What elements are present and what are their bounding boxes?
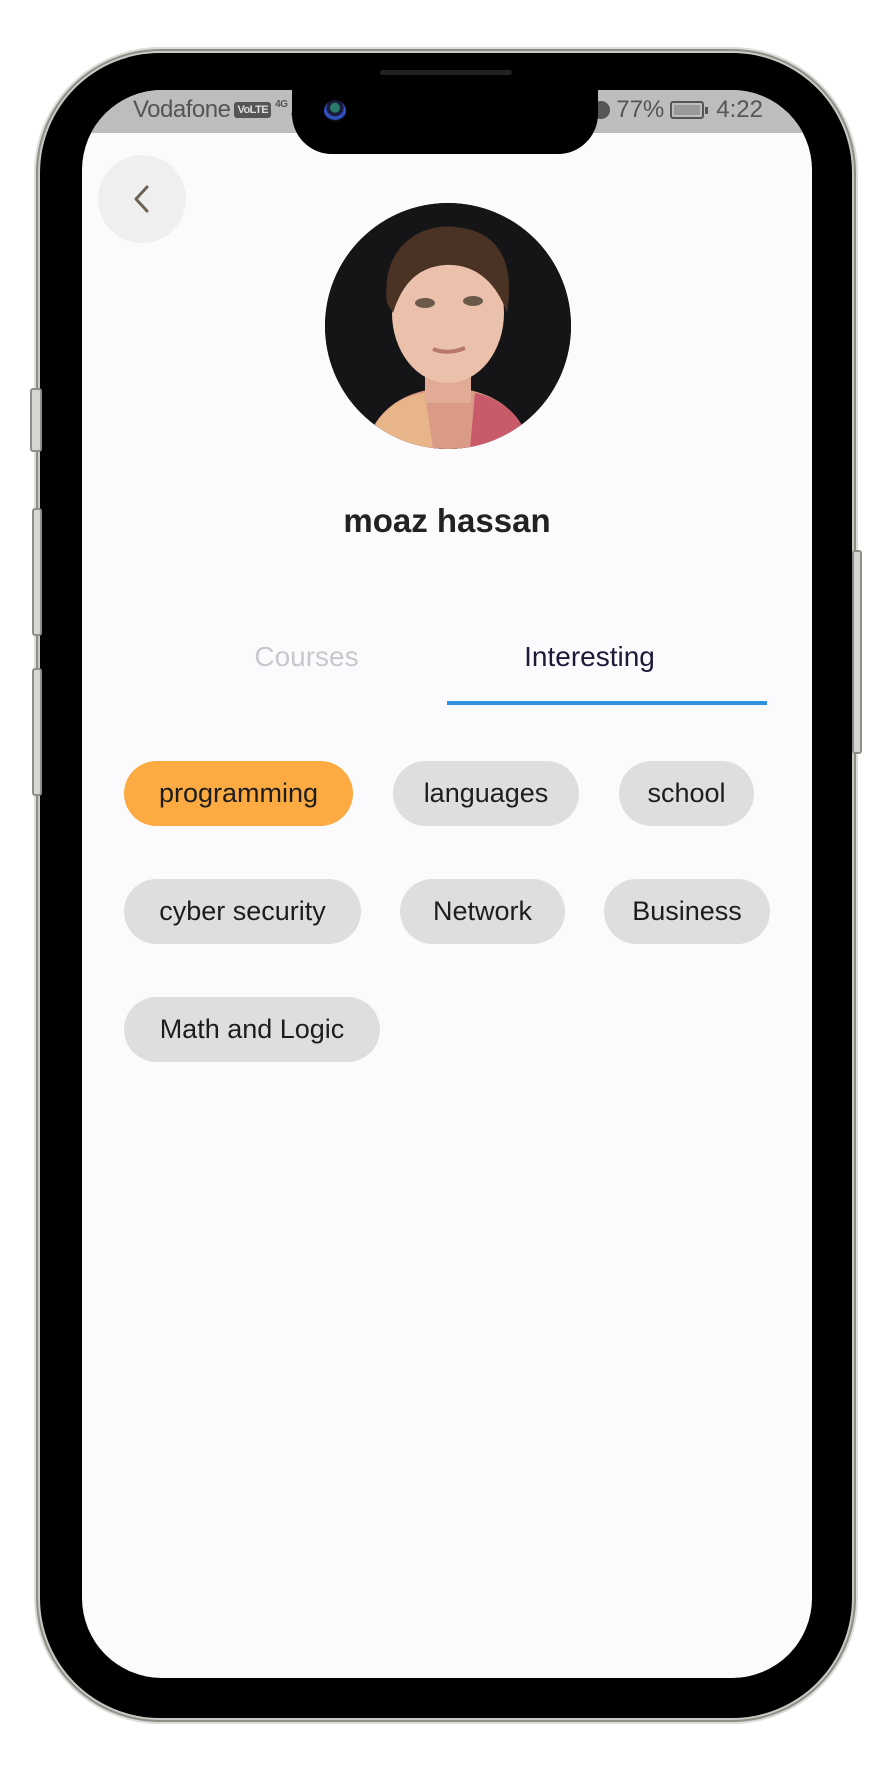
volume-down-button bbox=[32, 668, 42, 796]
profile-tabs: Courses Interesting bbox=[164, 630, 767, 706]
battery-charging-icon bbox=[670, 101, 709, 119]
interest-chip-network[interactable]: Network bbox=[400, 879, 565, 944]
volte-badge: VoLTE bbox=[234, 102, 272, 118]
mute-switch bbox=[30, 388, 42, 452]
speaker-grill bbox=[380, 70, 512, 75]
clock: 4:22 bbox=[716, 96, 763, 123]
chevron-left-icon bbox=[134, 185, 149, 213]
active-tab-indicator bbox=[447, 701, 767, 705]
status-right: 77% 4:22 bbox=[592, 96, 763, 124]
interest-chip-cyber-security[interactable]: cyber security bbox=[124, 879, 361, 944]
avatar-photo bbox=[325, 203, 571, 449]
interest-chip-business[interactable]: Business bbox=[604, 879, 770, 944]
avatar bbox=[325, 203, 571, 449]
front-camera-icon bbox=[324, 100, 346, 122]
back-button[interactable] bbox=[98, 155, 186, 243]
tab-interesting[interactable]: Interesting bbox=[447, 630, 732, 706]
interest-chip-school[interactable]: school bbox=[619, 761, 754, 826]
network-type: 4G bbox=[275, 98, 288, 110]
power-button bbox=[852, 550, 862, 754]
carrier-info: Vodafone VoLTE 4G ▂▄ bbox=[133, 96, 306, 124]
tab-courses[interactable]: Courses bbox=[164, 630, 449, 706]
app-screen: Vodafone VoLTE 4G ▂▄ 77% 4:22 bbox=[82, 90, 812, 1678]
interest-chip-programming[interactable]: programming bbox=[124, 761, 353, 826]
interest-chip-languages[interactable]: languages bbox=[393, 761, 579, 826]
volume-up-button bbox=[32, 508, 42, 636]
interest-chip-math-and-logic[interactable]: Math and Logic bbox=[124, 997, 380, 1062]
battery-percent: 77% bbox=[616, 96, 665, 123]
profile-name: moaz hassan bbox=[343, 502, 551, 539]
carrier-name: Vodafone bbox=[133, 96, 231, 123]
phone-notch bbox=[292, 53, 598, 154]
